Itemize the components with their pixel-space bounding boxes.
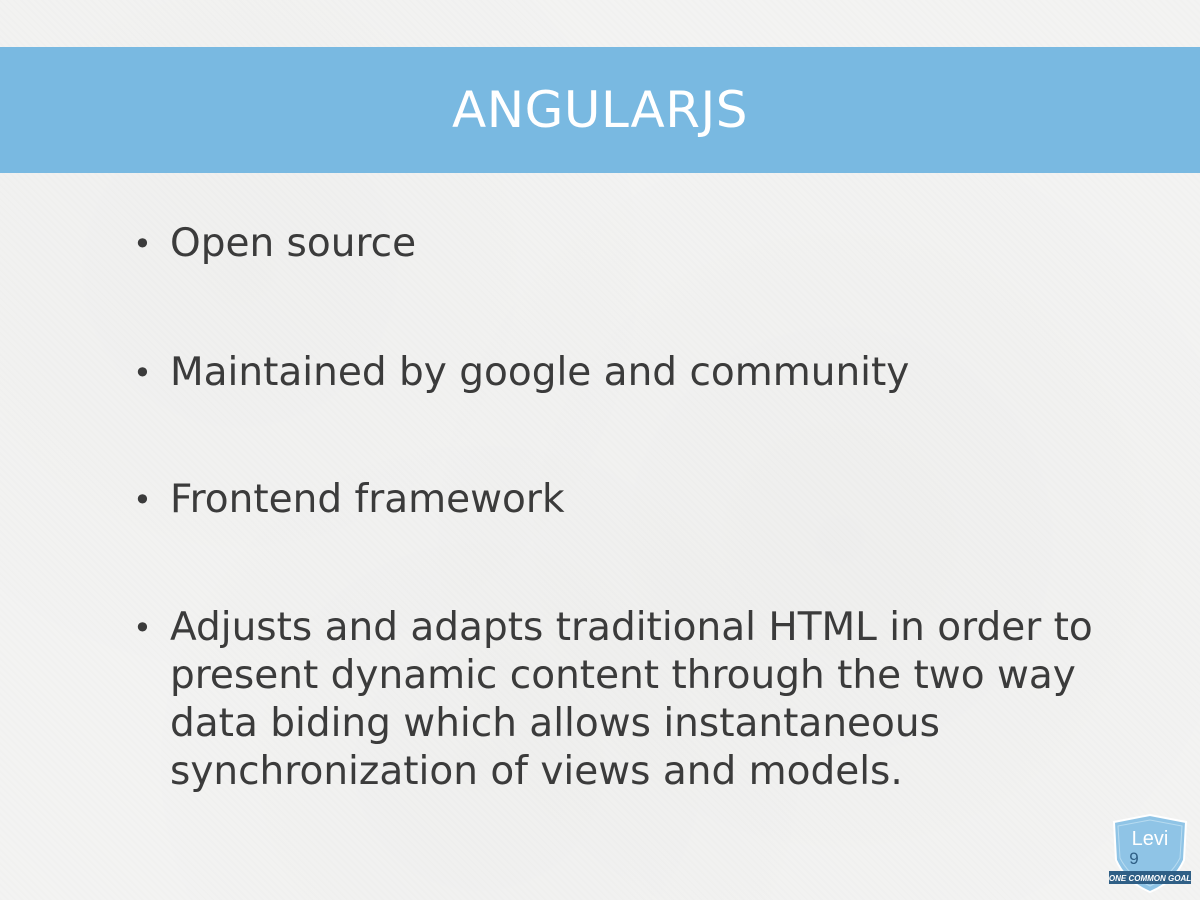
bullet-dot: •: [133, 225, 152, 263]
bullet-dot: •: [133, 481, 152, 519]
bullet-dot: •: [133, 609, 152, 647]
bullet-item: • Maintained by google and community: [133, 349, 1155, 397]
bullet-text: Maintained by google and community: [170, 350, 910, 395]
bullet-text: Frontend framework: [170, 477, 565, 522]
logo-number: 9: [1129, 849, 1138, 868]
bullet-item: • Open source: [133, 220, 1155, 268]
bullet-list: • Open source • Maintained by google and…: [0, 0, 1200, 900]
logo-wordmark: Levi: [1132, 828, 1169, 850]
bullet-dot: •: [133, 354, 152, 392]
bullet-item: • Frontend framework: [133, 476, 1155, 524]
levi9-logo: Levi 9 ONE COMMON GOAL: [1109, 813, 1191, 894]
bullet-text: Open source: [170, 221, 417, 266]
logo-tagline: ONE COMMON GOAL: [1109, 874, 1191, 883]
bullet-item: • Adjusts and adapts traditional HTML in…: [133, 604, 1155, 796]
bullet-text: Adjusts and adapts traditional HTML in o…: [170, 605, 1093, 794]
